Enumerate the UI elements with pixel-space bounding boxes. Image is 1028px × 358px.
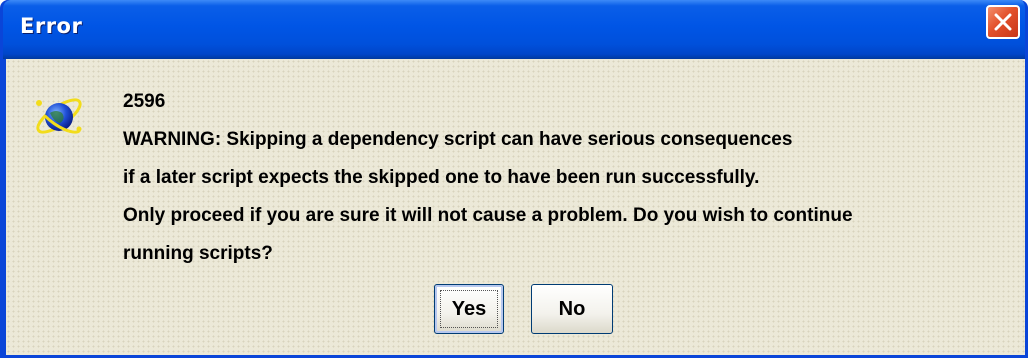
error-dialog: Error 2596 WARNING: Skipping a dependenc…	[0, 0, 1028, 358]
close-button[interactable]	[986, 5, 1020, 39]
title-bar[interactable]: Error	[3, 0, 1025, 59]
message-line-1: WARNING: Skipping a dependency script ca…	[123, 129, 793, 150]
message-line-4: running scripts?	[123, 243, 273, 264]
error-code: 2596	[123, 91, 166, 112]
no-button[interactable]: No	[531, 284, 613, 334]
close-icon	[994, 13, 1012, 31]
yes-button-label: Yes	[451, 298, 487, 320]
dialog-body: 2596 WARNING: Skipping a dependency scri…	[6, 59, 1025, 355]
globe-orbit-icon	[36, 98, 82, 134]
no-button-label: No	[558, 298, 586, 320]
message-line-3: Only proceed if you are sure it will not…	[123, 205, 853, 226]
yes-button[interactable]: Yes	[434, 284, 504, 334]
window-title: Error	[20, 14, 83, 38]
message-line-2: if a later script expects the skipped on…	[123, 167, 760, 188]
